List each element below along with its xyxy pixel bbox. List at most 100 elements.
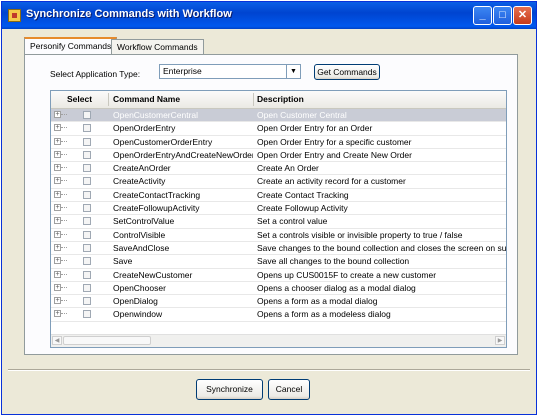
- select-checkbox[interactable]: [83, 204, 91, 213]
- tab-workflow-commands[interactable]: Workflow Commands: [111, 39, 204, 54]
- expand-plus-icon[interactable]: +: [54, 164, 61, 172]
- description-cell: Create An Order: [257, 163, 319, 174]
- cancel-button[interactable]: Cancel: [268, 379, 310, 400]
- expand-plus-icon[interactable]: +: [54, 243, 61, 251]
- table-row[interactable]: + OpenCustomerOrderEntry Open Order Entry …: [51, 136, 506, 149]
- expand-plus-icon[interactable]: +: [54, 177, 61, 185]
- command-name-cell: SaveAndClose: [113, 242, 170, 253]
- title-bar[interactable]: Synchronize Commands with Workflow _ □ ✕: [2, 2, 536, 29]
- close-button[interactable]: ✕: [513, 6, 532, 25]
- get-commands-button[interactable]: Get Commands: [314, 64, 380, 80]
- description-cell: Opens up CUS0015F to create a new custom…: [257, 269, 437, 280]
- tree-line: [61, 313, 67, 315]
- select-checkbox[interactable]: [83, 137, 91, 146]
- select-checkbox[interactable]: [83, 164, 91, 173]
- expand-plus-icon[interactable]: +: [54, 257, 61, 265]
- table-row[interactable]: + OpenCustomerCentral Open Customer Centra…: [51, 109, 506, 123]
- select-checkbox[interactable]: [83, 111, 91, 119]
- command-name-cell: OpenCustomerCentral: [113, 110, 199, 120]
- expand-plus-icon[interactable]: +: [54, 137, 61, 145]
- table-row[interactable]: + SetControlValue Set a control value: [51, 215, 506, 229]
- select-checkbox[interactable]: [83, 297, 91, 306]
- divider: [8, 369, 530, 371]
- column-divider[interactable]: [108, 93, 109, 106]
- expand-plus-icon[interactable]: +: [54, 190, 61, 198]
- description-cell: Opens a form as a modal dialog: [257, 296, 378, 307]
- app-type-label: Select Application Type:: [50, 69, 141, 79]
- horizontal-scrollbar[interactable]: ◀ ▶: [51, 334, 506, 347]
- table-row[interactable]: + OpenOrderEntry Open Order Entry for an O…: [51, 122, 506, 136]
- table-row[interactable]: + CreateFollowupActivity Create Followup A…: [51, 202, 506, 216]
- maximize-button[interactable]: □: [493, 6, 512, 25]
- table-row[interactable]: + CreateActivity Create an activity record…: [51, 175, 506, 189]
- minimize-button[interactable]: _: [473, 6, 492, 25]
- expand-plus-icon[interactable]: +: [54, 111, 61, 118]
- description-cell: Opens a chooser dialog as a modal dialog: [257, 282, 416, 293]
- description-cell: Save all changes to the bound collection: [257, 256, 410, 267]
- table-row[interactable]: + OpenOrderEntryAndCreateNewOrder Open Ord…: [51, 149, 506, 163]
- select-checkbox[interactable]: [83, 230, 91, 239]
- column-header-select[interactable]: Select: [67, 94, 92, 104]
- select-checkbox[interactable]: [83, 283, 91, 292]
- scroll-thumb[interactable]: [63, 336, 151, 345]
- tree-line: [61, 167, 67, 169]
- table-row[interactable]: + OpenDialog Opens a form as a modal dialo…: [51, 295, 506, 309]
- tree-line: [61, 153, 67, 155]
- tree-line: [61, 140, 67, 142]
- expand-plus-icon[interactable]: +: [54, 204, 61, 212]
- expand-plus-icon[interactable]: +: [54, 310, 61, 318]
- expand-plus-icon[interactable]: +: [54, 124, 61, 132]
- command-name-cell: OpenDialog: [113, 296, 158, 307]
- select-checkbox[interactable]: [83, 257, 91, 266]
- command-name-cell: CreateContactTracking: [113, 189, 201, 200]
- window-title: Synchronize Commands with Workflow: [26, 8, 232, 20]
- description-cell: Open Order Entry for an Order: [257, 123, 373, 134]
- chevron-down-icon[interactable]: ▼: [286, 65, 300, 78]
- description-cell: Create an activity record for a customer: [257, 176, 406, 187]
- tree-line: [61, 193, 67, 195]
- tree-line: [61, 286, 67, 288]
- select-checkbox[interactable]: [83, 243, 91, 252]
- select-checkbox[interactable]: [83, 124, 91, 133]
- table-row[interactable]: + Save Save all changes to the bound colle…: [51, 255, 506, 269]
- table-row[interactable]: + CreateNewCustomer Opens up CUS0015F to c…: [51, 269, 506, 282]
- expand-plus-icon[interactable]: +: [54, 297, 61, 305]
- synchronize-button[interactable]: Synchronize: [196, 379, 263, 400]
- expand-plus-icon[interactable]: +: [54, 150, 61, 158]
- expand-plus-icon[interactable]: +: [54, 217, 61, 225]
- table-row[interactable]: + CreateContactTracking Create Contact Tra…: [51, 189, 506, 203]
- select-checkbox[interactable]: [83, 310, 91, 319]
- scroll-left-icon[interactable]: ◀: [52, 336, 62, 345]
- description-cell: Set a control value: [257, 216, 328, 227]
- table-row[interactable]: + ControlVisible Set a controls visible or…: [51, 229, 506, 242]
- table-row[interactable]: + CreateAnOrder Create An Order: [51, 162, 506, 176]
- column-divider[interactable]: [253, 93, 254, 106]
- synchronize-dialog: Synchronize Commands with Workflow _ □ ✕…: [1, 1, 537, 415]
- description-cell: Create Followup Activity: [257, 203, 348, 214]
- table-row[interactable]: + SaveAndClose Save changes to the bound c…: [51, 242, 507, 256]
- scroll-right-icon[interactable]: ▶: [495, 336, 505, 345]
- table-row[interactable]: + OpenChooser Opens a chooser dialog as a …: [51, 282, 506, 296]
- column-header-command-name[interactable]: Command Name: [113, 94, 180, 104]
- select-checkbox[interactable]: [83, 150, 91, 159]
- column-header-description[interactable]: Description: [257, 94, 304, 104]
- select-checkbox[interactable]: [83, 270, 91, 279]
- personify-commands-panel: Select Application Type: Enterprise ▼ Ge…: [24, 54, 518, 355]
- table-row[interactable]: + Openwindow Opens a form as a modeless di…: [51, 308, 506, 322]
- select-checkbox[interactable]: [83, 217, 91, 226]
- command-name-cell: SetControlValue: [113, 216, 175, 227]
- expand-plus-icon[interactable]: +: [54, 270, 61, 278]
- select-checkbox[interactable]: [83, 177, 91, 186]
- minimize-icon: _: [479, 9, 486, 21]
- tree-line: [61, 127, 67, 129]
- description-cell: Save changes to the bound collection and…: [257, 242, 507, 253]
- expand-plus-icon[interactable]: +: [54, 230, 61, 238]
- maximize-icon: □: [499, 9, 506, 21]
- select-checkbox[interactable]: [83, 190, 91, 199]
- tree-line: [61, 233, 67, 235]
- expand-plus-icon[interactable]: +: [54, 283, 61, 291]
- grid-rows: + OpenCustomerCentral Open Customer Centra…: [51, 109, 506, 322]
- tab-personify-commands[interactable]: Personify Commands: [24, 37, 118, 55]
- app-type-select[interactable]: Enterprise ▼: [159, 64, 301, 79]
- app-icon: [8, 9, 21, 22]
